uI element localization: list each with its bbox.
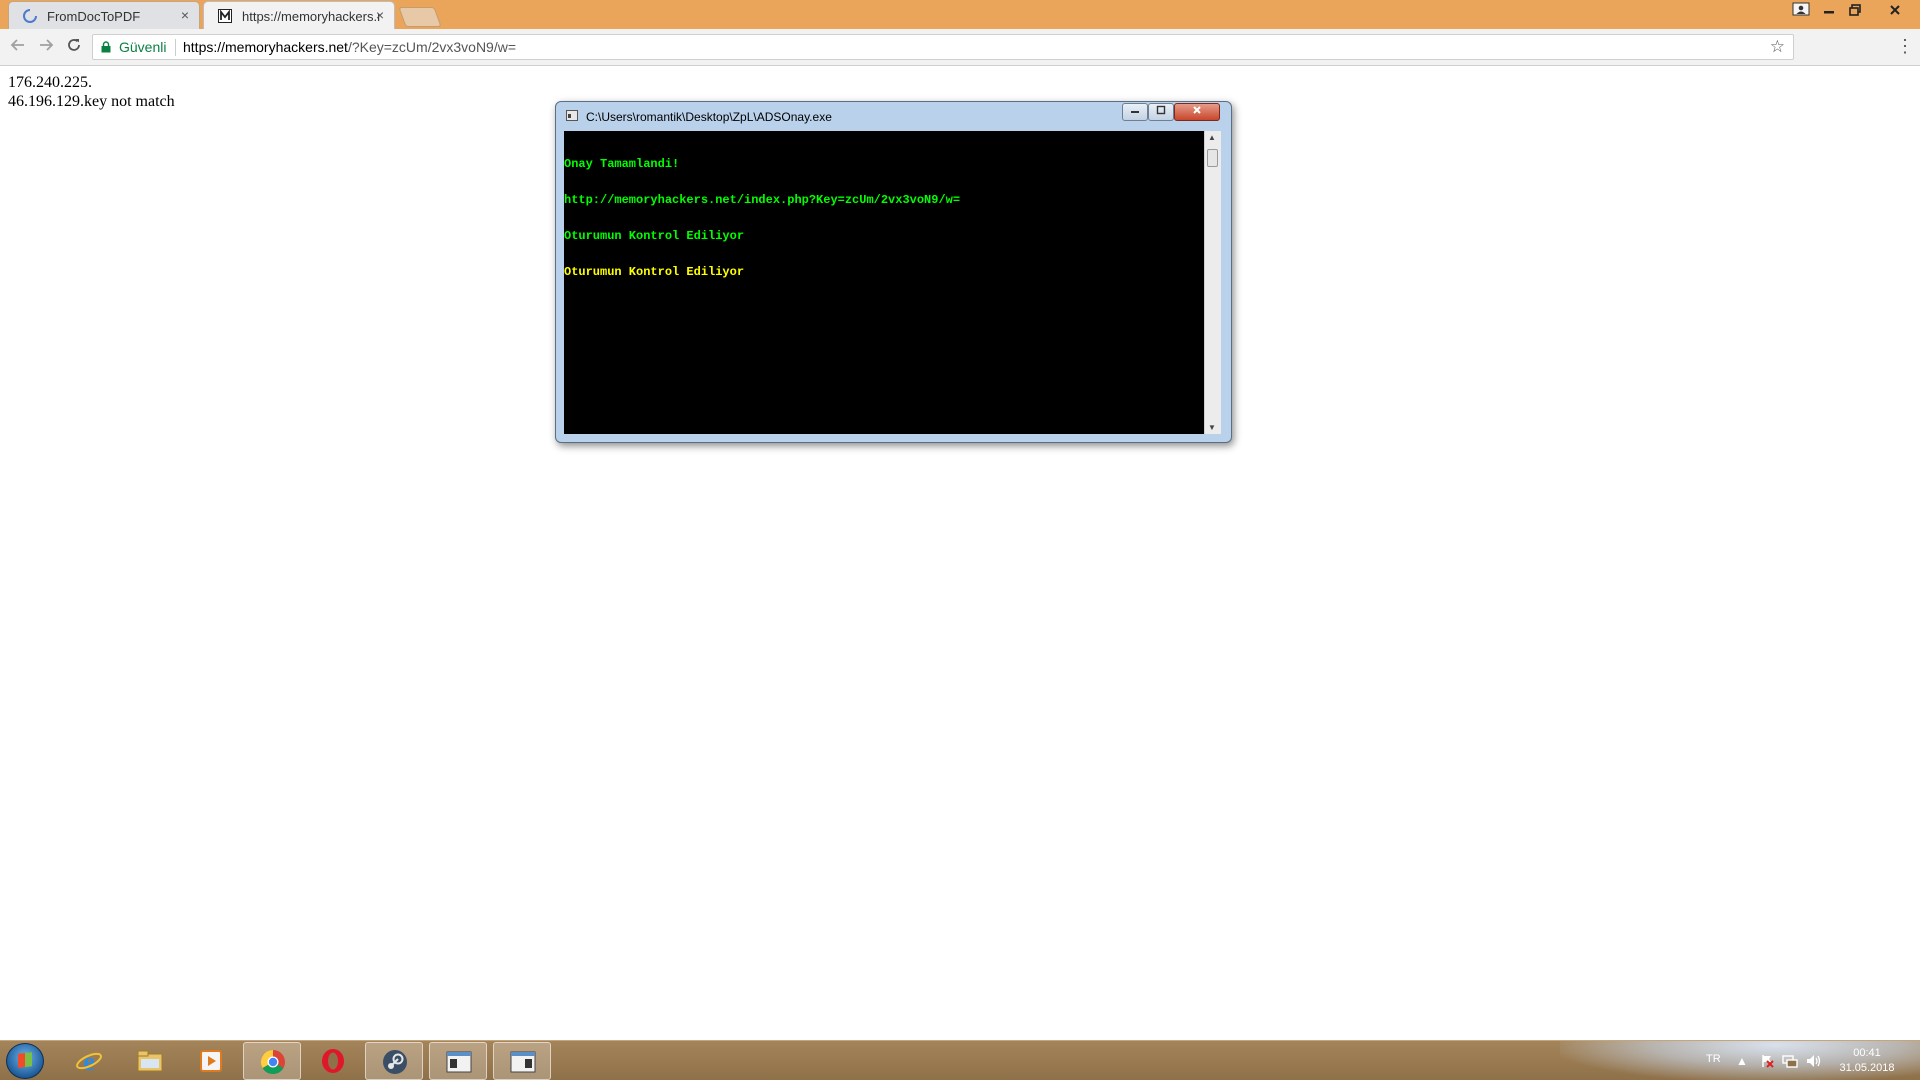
tab-fromdoctopdf[interactable]: FromDocToPDF × — [8, 1, 200, 29]
svg-text:e: e — [83, 1047, 95, 1075]
browser-tab-strip: FromDocToPDF × https://memoryhackers.n × — [0, 0, 1920, 29]
console-line: Oturumun Kontrol Ediliyor — [564, 229, 745, 243]
bookmark-star-icon[interactable]: ☆ — [1770, 37, 1785, 57]
tab-title: https://memoryhackers.n — [242, 9, 380, 24]
tab-memoryhackers[interactable]: https://memoryhackers.n × — [203, 1, 395, 29]
page-line-ip: 176.240.225. — [8, 74, 92, 91]
scroll-down-arrow-icon[interactable]: ▼ — [1208, 423, 1216, 432]
opera-icon — [322, 1049, 344, 1073]
user-profile-icon[interactable] — [1788, 0, 1814, 20]
lock-icon — [101, 41, 111, 53]
back-arrow-icon[interactable] — [8, 37, 28, 58]
media-player-icon — [200, 1050, 222, 1072]
action-center-flag-icon[interactable] — [1760, 1054, 1774, 1071]
taskbar-opera[interactable] — [304, 1042, 362, 1080]
console-line: Oturumun Kontrol Ediliyor — [564, 265, 745, 279]
close-window-icon[interactable] — [1882, 0, 1908, 20]
taskbar-console-app-2[interactable] — [493, 1042, 551, 1080]
minimize-window-icon[interactable] — [1816, 0, 1842, 20]
start-button[interactable] — [6, 1043, 44, 1079]
taskbar-console-app[interactable] — [429, 1042, 487, 1080]
network-icon[interactable] — [1782, 1054, 1798, 1071]
memoryhackers-favicon-icon — [218, 9, 232, 23]
volume-icon[interactable] — [1806, 1054, 1822, 1071]
folder-icon — [137, 1050, 163, 1072]
console-window-icon — [446, 1051, 472, 1073]
steam-icon — [383, 1050, 407, 1074]
restore-window-icon[interactable] — [1842, 0, 1868, 20]
scroll-thumb[interactable] — [1207, 149, 1218, 167]
page-body-text: 176.240.225. 46.196.129.key not match — [8, 73, 175, 111]
page-line-status: 46.196.129.key not match — [8, 93, 175, 110]
console-line: Onay Tamamlandi! — [564, 157, 680, 171]
internet-explorer-icon: e — [76, 1047, 102, 1075]
browser-toolbar: Güvenli https://memoryhackers.net/?Key=z… — [0, 29, 1920, 66]
language-indicator[interactable]: TR — [1706, 1053, 1721, 1065]
tab-close-icon[interactable]: × — [181, 7, 189, 23]
show-hidden-icons-icon[interactable]: ▲ — [1736, 1054, 1748, 1068]
taskbar-internet-explorer[interactable]: e — [60, 1042, 118, 1080]
loading-icon — [23, 9, 37, 23]
console-line: http://memoryhackers.net/index.php?Key=z… — [564, 193, 961, 207]
console-minimize-button[interactable] — [1122, 103, 1148, 121]
taskbar-media-player[interactable] — [182, 1042, 240, 1080]
clock-date: 31.05.2018 — [1839, 1062, 1895, 1074]
chrome-icon — [260, 1050, 285, 1075]
taskbar-file-explorer[interactable] — [121, 1042, 179, 1080]
taskbar-steam[interactable] — [365, 1042, 423, 1080]
address-bar[interactable]: Güvenli https://memoryhackers.net/?Key=z… — [92, 34, 1794, 60]
tab-title: FromDocToPDF — [47, 9, 141, 24]
forward-arrow-icon[interactable] — [36, 37, 56, 58]
new-tab-button[interactable] — [398, 7, 442, 27]
console-output[interactable]: Onay Tamamlandi! http://memoryhackers.ne… — [564, 131, 1221, 434]
taskbar-chrome[interactable] — [243, 1042, 301, 1080]
console-close-button[interactable] — [1174, 103, 1220, 121]
system-clock[interactable]: 00:41 31.05.2018 — [1832, 1046, 1902, 1076]
console-app-icon — [566, 110, 578, 121]
console-scrollbar[interactable]: ▲ ▼ — [1204, 131, 1221, 434]
taskbar: e TR ▲ 00:41 31.05.2018 — [0, 1040, 1920, 1081]
console-maximize-button[interactable] — [1148, 103, 1174, 121]
console-titlebar[interactable]: C:\Users\romantik\Desktop\ZpL\ADSOnay.ex… — [556, 102, 1231, 130]
url-path: /?Key=zcUm/2vx3voN9/w= — [347, 39, 517, 55]
console-window-icon — [510, 1051, 536, 1073]
clock-time: 00:41 — [1853, 1047, 1881, 1059]
tab-close-icon[interactable]: × — [376, 7, 384, 23]
scroll-up-arrow-icon[interactable]: ▲ — [1208, 133, 1216, 142]
console-title: C:\Users\romantik\Desktop\ZpL\ADSOnay.ex… — [586, 110, 832, 124]
console-window[interactable]: C:\Users\romantik\Desktop\ZpL\ADSOnay.ex… — [555, 101, 1232, 443]
url-text[interactable]: https://memoryhackers.net/?Key=zcUm/2vx3… — [183, 39, 516, 55]
reload-icon[interactable] — [64, 37, 84, 58]
secure-label: Güvenli — [119, 39, 167, 55]
address-separator — [175, 39, 176, 56]
console-lines: Onay Tamamlandi! http://memoryhackers.ne… — [564, 134, 960, 302]
more-menu-icon[interactable]: ⋮ — [1896, 36, 1914, 57]
url-host: https://memoryhackers.net — [183, 39, 348, 55]
